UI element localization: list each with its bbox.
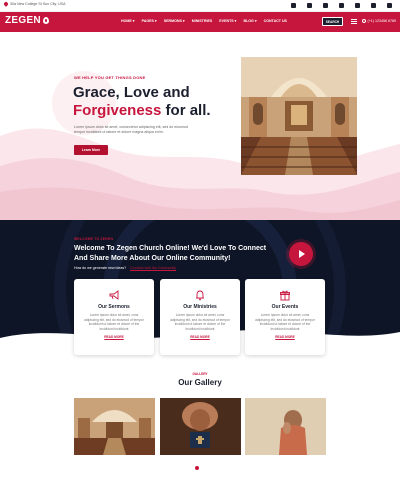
read-more-link[interactable]: READ MORE [160, 335, 240, 339]
community-question: How do we generate new ideas? Connect wi… [74, 266, 176, 270]
nav-menu: HOME ▾ PAGES ▾ SERMONS ▾ MINISTRIES EVEN… [121, 19, 287, 23]
gallery-title: Our Gallery [178, 378, 222, 387]
play-video-button[interactable] [289, 242, 313, 266]
twitter-icon[interactable] [307, 3, 312, 8]
facebook-icon[interactable] [291, 3, 296, 8]
community-eyebrow: WELCOME TO ZEGEN [74, 237, 114, 241]
address: 30a New College St Sun City, USA [3, 1, 66, 7]
gallery-image-prayer[interactable] [245, 398, 326, 455]
instagram-icon[interactable] [323, 3, 328, 8]
community-heading: Welcome To Zegen Church Online! We'd Lov… [74, 245, 267, 262]
headline-line1: Grace, Love and [73, 84, 190, 101]
phone-number: (+1) 123456 6789 [367, 19, 396, 23]
church-interior-image [241, 57, 357, 175]
nav-item-sermons[interactable]: SERMONS ▾ [164, 19, 185, 23]
read-more-link[interactable]: READ MORE [74, 335, 154, 339]
bell-icon [194, 288, 206, 301]
read-more-link[interactable]: READ MORE [245, 335, 325, 339]
top-bar: 30a New College St Sun City, USA [0, 0, 400, 12]
gallery-eyebrow: GALLERY [192, 372, 208, 376]
hero-description: Lorem ipsum dolor sit amet, consectetur … [74, 125, 188, 135]
community-link[interactable]: Connect with the Community [130, 266, 176, 270]
nav-item-ministries[interactable]: MINISTRIES [192, 19, 213, 23]
youtube-icon[interactable] [355, 3, 360, 8]
card-events: Our Events Lorem ipsum dolor sit amet, c… [245, 279, 325, 355]
address-text: 30a New College St Sun City, USA [10, 2, 66, 6]
hero-headline: Grace, Love and Forgiveness for all. [73, 84, 233, 120]
social-links [291, 3, 392, 8]
learn-more-button[interactable]: Learn More [74, 145, 108, 155]
search-button[interactable]: SEARCH [322, 17, 343, 26]
user-icon[interactable] [371, 3, 376, 8]
nav-item-blog[interactable]: BLOG ▾ [243, 19, 256, 23]
gallery-image-church[interactable] [74, 398, 155, 455]
card-text: Lorem ipsum dolor sit amet, cons adipisc… [84, 313, 144, 331]
menu-toggle-icon[interactable] [351, 19, 357, 25]
logo-text: ZEGEN [5, 15, 41, 26]
nav-item-home[interactable]: HOME ▾ [121, 19, 135, 23]
gallery-pagination [195, 466, 199, 470]
megaphone-icon [108, 288, 120, 300]
card-ministries: Our Ministries Lorem ipsum dolor sit ame… [160, 279, 240, 355]
gift-icon [279, 288, 291, 301]
card-text: Lorem ipsum dolor sit amet, cons adipisc… [170, 313, 230, 331]
drop-icon [42, 17, 49, 24]
phone-icon [362, 19, 366, 23]
hero-section: WE HELP YOU GET THINGS DONE Grace, Love … [0, 32, 400, 220]
nav-item-events[interactable]: EVENTS ▾ [219, 19, 236, 23]
nav-item-contact[interactable]: CONTACT US [264, 19, 287, 23]
card-sermons: Our Sermons Lorem ipsum dolor sit amet, … [74, 279, 154, 355]
headline-tail: for all. [161, 102, 211, 119]
pinterest-icon[interactable] [339, 3, 344, 8]
gallery-image-bible[interactable] [160, 398, 241, 455]
location-pin-icon [3, 1, 9, 7]
question-text: How do we generate new ideas? [74, 266, 127, 270]
nav-item-pages[interactable]: PAGES ▾ [142, 19, 157, 23]
hero-eyebrow: WE HELP YOU GET THINGS DONE [74, 75, 146, 80]
headline-accent: Forgiveness [73, 102, 162, 119]
cart-icon[interactable] [387, 3, 392, 8]
phone[interactable]: (+1) 123456 6789 [362, 19, 396, 23]
pagination-dot[interactable] [195, 466, 199, 470]
logo[interactable]: ZEGEN [5, 15, 49, 26]
main-nav: ZEGEN HOME ▾ PAGES ▾ SERMONS ▾ MINISTRIE… [0, 12, 400, 32]
card-text: Lorem ipsum dolor sit amet, cons adipisc… [255, 313, 315, 331]
